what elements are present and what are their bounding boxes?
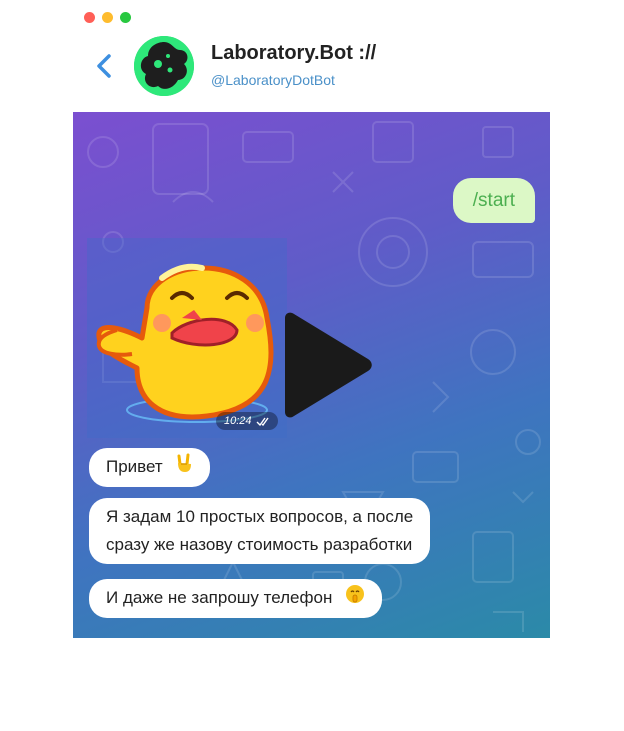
outgoing-message-text: /start [472, 189, 515, 211]
message-text: И даже не запрошу телефон [106, 588, 333, 607]
sticker-time: 10:24 [224, 415, 252, 427]
incoming-message[interactable]: Я задам 10 простых вопросов, а после сра… [89, 498, 431, 564]
minimize-window-button[interactable] [102, 12, 113, 23]
rock-on-hand-icon [175, 453, 193, 482]
message-text: Привет [106, 457, 163, 476]
maximize-window-button[interactable] [120, 12, 131, 23]
double-check-icon [256, 417, 269, 426]
bot-name: Laboratory.Bot :// [211, 42, 377, 64]
chat-area: /start 10:24 Привет Я задам 10 простых в… [73, 112, 550, 638]
virus-logo-icon [134, 36, 194, 96]
message-text-line: Я задам 10 простых вопросов, а после [106, 507, 414, 526]
shushing-face-icon [345, 584, 365, 613]
duck-icon [96, 263, 274, 423]
close-window-button[interactable] [84, 12, 95, 23]
bot-avatar[interactable] [134, 36, 194, 96]
message-text-line: сразу же назову стоимость разработки [106, 535, 413, 554]
play-icon[interactable] [280, 312, 375, 418]
back-button[interactable] [92, 52, 118, 80]
bot-handle[interactable]: @LaboratoryDotBot [211, 72, 335, 88]
incoming-message[interactable]: Привет [89, 448, 211, 488]
window-controls [84, 12, 131, 23]
sticker-timestamp: 10:24 [216, 412, 278, 430]
incoming-message[interactable]: И даже не запрошу телефон [89, 579, 383, 619]
duck-sticker[interactable] [87, 238, 287, 438]
outgoing-message[interactable]: /start [452, 178, 535, 223]
